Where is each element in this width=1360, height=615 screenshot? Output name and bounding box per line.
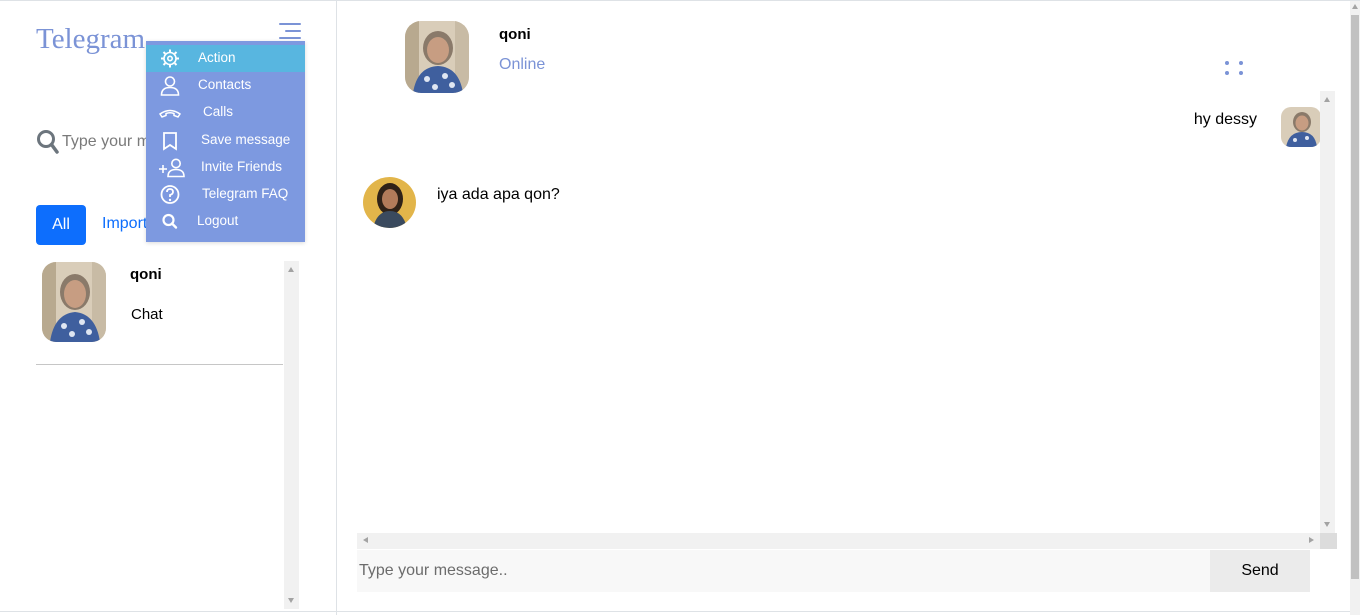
contact-status: Online — [499, 56, 546, 73]
contact-name: qoni — [499, 26, 531, 43]
menu-item-label: Calls — [203, 104, 234, 119]
message-area-scrollbar[interactable] — [1320, 91, 1335, 533]
menu-item-label: Logout — [197, 213, 239, 228]
menu-item-invite-friends[interactable]: Invite Friends — [146, 154, 305, 181]
question-icon — [160, 185, 180, 204]
menu-item-label: Telegram FAQ — [202, 186, 289, 201]
message-composer — [357, 550, 1210, 592]
hamburger-menu-icon[interactable] — [277, 21, 301, 41]
avatar — [1281, 107, 1321, 147]
filter-all-button[interactable]: All — [36, 205, 86, 245]
menu-item-label: Action — [198, 50, 236, 65]
hamburger-dropdown-menu: Action Contacts Calls Save message Invit… — [146, 41, 305, 242]
search-icon — [37, 130, 59, 154]
menu-item-label: Contacts — [198, 77, 252, 92]
search-icon — [162, 213, 178, 229]
avatar — [405, 21, 469, 93]
menu-item-label: Save message — [201, 132, 291, 147]
gear-icon — [161, 49, 179, 68]
sidebar: Telegram All Important — [0, 1, 337, 615]
avatar — [42, 262, 106, 342]
menu-item-action[interactable]: Action — [146, 45, 305, 72]
conversation-panel: qoni Online hy dessy iya ada apa qon? Ty… — [337, 1, 1360, 615]
message-area-horizontal-scrollbar[interactable] — [357, 533, 1320, 549]
avatar — [363, 177, 416, 228]
telegram-app: Telegram All Important — [0, 0, 1360, 615]
menu-item-contacts[interactable]: Contacts — [146, 72, 305, 99]
add-user-icon — [159, 158, 185, 178]
menu-item-save-message[interactable]: Save message — [146, 127, 305, 154]
message-area: hy dessy iya ada apa qon? — [357, 91, 1337, 548]
scrollbar-corner — [1320, 533, 1337, 549]
page-scrollbar[interactable] — [1350, 1, 1360, 615]
menu-item-logout[interactable]: Logout — [146, 208, 305, 235]
chat-preview: Chat — [131, 306, 163, 323]
received-message-text: iya ada apa qon? — [437, 186, 560, 203]
chat-list-scrollbar[interactable] — [284, 261, 299, 609]
chat-list: qoni Chat — [36, 259, 300, 611]
divider — [0, 611, 1350, 612]
message-input[interactable] — [357, 550, 1210, 592]
filter-important-button[interactable]: Important — [102, 215, 146, 233]
menu-item-calls[interactable]: Calls — [146, 99, 305, 126]
sent-message-text: hy dessy — [1193, 111, 1257, 128]
chat-name: qoni — [130, 266, 162, 283]
menu-item-label: Invite Friends — [201, 159, 283, 174]
more-options-icon[interactable] — [1222, 58, 1246, 78]
chat-list-item[interactable]: qoni Chat — [36, 259, 283, 365]
menu-item-telegram-faq[interactable]: Telegram FAQ — [146, 181, 305, 208]
phone-icon — [158, 109, 182, 118]
bookmark-icon — [163, 132, 177, 151]
person-icon — [160, 76, 180, 96]
app-brand: Telegram — [36, 23, 146, 55]
send-button[interactable]: Send — [1210, 550, 1310, 592]
